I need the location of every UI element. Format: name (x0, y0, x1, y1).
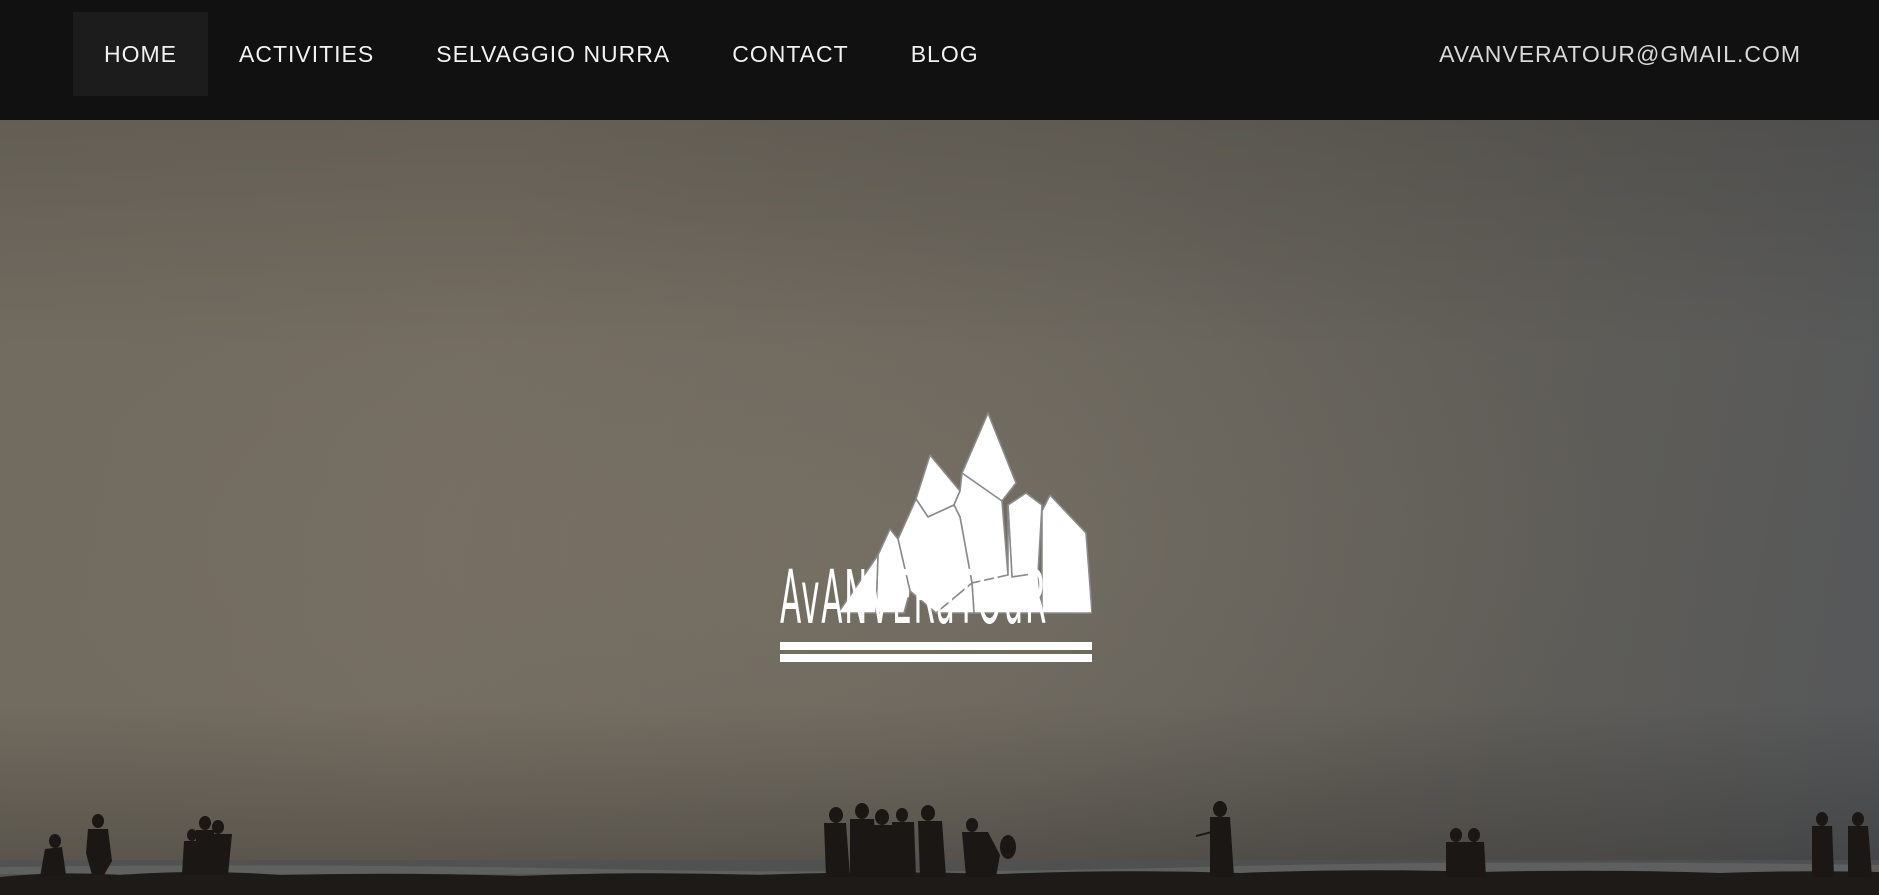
logo-underline (780, 642, 1092, 662)
email-link[interactable]: AVANVERATOUR@GMAIL.COM (1439, 12, 1801, 96)
hiker-silhouettes-image (0, 801, 1879, 895)
top-navbar: HOME ACTIVITIES SELVAGGIO NURRA CONTACT … (0, 0, 1879, 120)
logo-wordmark: AvANVERaTOuR (780, 555, 1049, 641)
hero-banner: AvANVERaTOuR (0, 120, 1879, 895)
nav-item-home[interactable]: HOME (73, 12, 208, 96)
nav-item-blog[interactable]: BLOG (880, 12, 1010, 96)
nav-item-selvaggio-nurra[interactable]: SELVAGGIO NURRA (405, 12, 701, 96)
nav-item-activities[interactable]: ACTIVITIES (208, 12, 405, 96)
nav-item-contact[interactable]: CONTACT (701, 12, 879, 96)
main-menu: HOME ACTIVITIES SELVAGGIO NURRA CONTACT … (73, 12, 1010, 96)
